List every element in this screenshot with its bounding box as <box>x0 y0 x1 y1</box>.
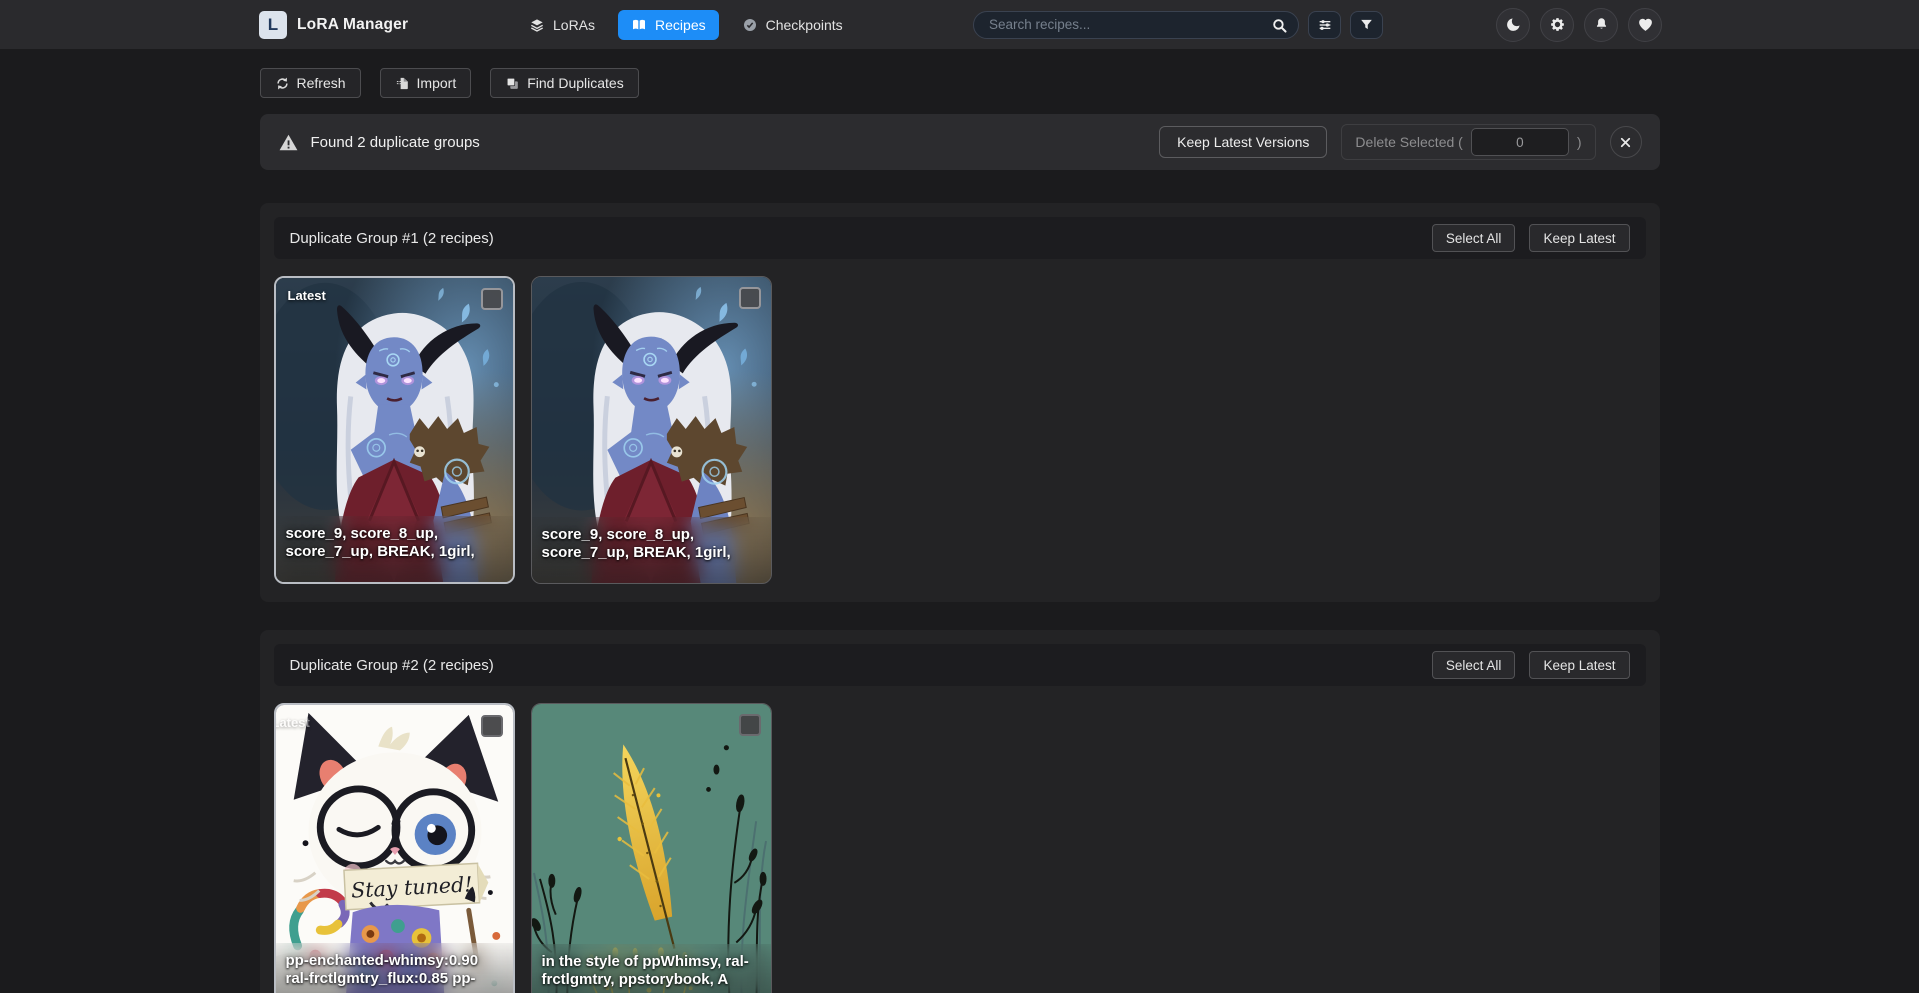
theme-toggle-button[interactable] <box>1496 8 1530 42</box>
import-label: Import <box>417 75 457 91</box>
bell-icon <box>1593 16 1610 33</box>
recipe-caption: score_9, score_8_up, score_7_up, BREAK, … <box>532 517 771 583</box>
group-1-title: Duplicate Group #1 (2 recipes) <box>290 230 1432 247</box>
toolbar: Refresh Import Find Duplicates <box>260 68 1660 98</box>
funnel-icon <box>1359 17 1374 32</box>
refresh-icon <box>275 76 290 91</box>
app-title: LoRA Manager <box>297 16 408 34</box>
tab-loras[interactable]: LoRAs <box>516 10 608 40</box>
moon-icon <box>1505 16 1522 33</box>
navbar-actions <box>1496 0 1662 49</box>
main-tabs: LoRAs Recipes Checkpoints <box>516 0 856 49</box>
duplicates-alert: Found 2 duplicate groups Keep Latest Ver… <box>260 114 1660 170</box>
recipe-checkbox[interactable] <box>481 288 503 310</box>
recipe-checkbox[interactable] <box>739 714 761 736</box>
tab-checkpoints-label: Checkpoints <box>766 17 843 33</box>
tab-checkpoints[interactable]: Checkpoints <box>729 10 856 40</box>
sliders-icon <box>1317 17 1333 33</box>
duplicates-icon <box>505 76 520 91</box>
alert-actions: Keep Latest Versions Delete Selected ( ) <box>1159 124 1641 160</box>
group-1-cards: Latest score_9, score_8_up, score_7_up, … <box>274 276 1646 584</box>
close-icon <box>1618 135 1633 150</box>
gear-icon <box>1549 16 1566 33</box>
group-2-header: Duplicate Group #2 (2 recipes) Select Al… <box>274 644 1646 686</box>
alert-message: Found 2 duplicate groups <box>311 134 480 151</box>
delete-selected-button[interactable]: Delete Selected ( ) <box>1341 124 1595 160</box>
book-icon <box>631 17 647 33</box>
check-circle-icon <box>742 17 758 33</box>
find-duplicates-label: Find Duplicates <box>527 75 624 91</box>
heart-icon <box>1637 16 1654 33</box>
group-2-title: Duplicate Group #2 (2 recipes) <box>290 657 1432 674</box>
group-1-keep-latest-button[interactable]: Keep Latest <box>1529 224 1629 252</box>
search-area <box>973 0 1383 49</box>
recipe-caption: in the style of ppWhimsy, ral-frctlgmtry… <box>532 944 771 993</box>
close-alert-button[interactable] <box>1610 126 1642 158</box>
tab-loras-label: LoRAs <box>553 17 595 33</box>
duplicate-group-1: Duplicate Group #1 (2 recipes) Select Al… <box>260 203 1660 602</box>
navbar: L LoRA Manager LoRAs Recipes Checkpoints <box>0 0 1919 49</box>
recipe-caption: score_9, score_8_up, score_7_up, BREAK, … <box>276 516 513 582</box>
search-box <box>973 11 1299 39</box>
find-duplicates-button[interactable]: Find Duplicates <box>490 68 639 98</box>
import-icon <box>395 76 410 91</box>
recipe-checkbox[interactable] <box>481 715 503 737</box>
group-2-actions: Select All Keep Latest <box>1432 651 1630 679</box>
search-options-button[interactable] <box>1308 11 1341 39</box>
recipe-card[interactable]: Stay tuned! <box>274 703 515 993</box>
latest-badge: Latest <box>288 288 326 303</box>
delete-selected-prefix: Delete Selected ( <box>1355 134 1462 150</box>
delete-selected-suffix: ) <box>1577 134 1582 150</box>
latest-badge: Latest <box>274 715 310 730</box>
lora-manager-page: L LoRA Manager LoRAs Recipes Checkpoints <box>0 0 1919 993</box>
notifications-button[interactable] <box>1584 8 1618 42</box>
search-icon <box>1271 17 1288 34</box>
import-button[interactable]: Import <box>380 68 472 98</box>
group-2-keep-latest-button[interactable]: Keep Latest <box>1529 651 1629 679</box>
search-input[interactable] <box>973 11 1299 39</box>
recipe-checkbox[interactable] <box>739 287 761 309</box>
group-2-select-all-button[interactable]: Select All <box>1432 651 1516 679</box>
brand: L LoRA Manager <box>259 0 408 49</box>
filter-button[interactable] <box>1350 11 1383 39</box>
refresh-button[interactable]: Refresh <box>260 68 361 98</box>
warning-icon <box>278 132 299 153</box>
recipe-card[interactable]: in the style of ppWhimsy, ral-frctlgmtry… <box>531 703 772 993</box>
group-1-actions: Select All Keep Latest <box>1432 224 1630 252</box>
layers-icon <box>529 17 545 33</box>
settings-button[interactable] <box>1540 8 1574 42</box>
support-button[interactable] <box>1628 8 1662 42</box>
group-2-cards: Stay tuned! <box>274 703 1646 993</box>
tab-recipes[interactable]: Recipes <box>618 10 719 40</box>
keep-latest-versions-button[interactable]: Keep Latest Versions <box>1159 126 1327 158</box>
group-1-select-all-button[interactable]: Select All <box>1432 224 1516 252</box>
group-1-header: Duplicate Group #1 (2 recipes) Select Al… <box>274 217 1646 259</box>
alert-left: Found 2 duplicate groups <box>278 132 1160 153</box>
app-logo: L <box>259 11 287 39</box>
recipe-caption: pp-enchanted-whimsy:0.90 ral-frctlgmtry_… <box>276 943 513 993</box>
refresh-label: Refresh <box>297 75 346 91</box>
recipe-card[interactable]: Latest score_9, score_8_up, score_7_up, … <box>274 276 515 584</box>
recipe-card[interactable]: score_9, score_8_up, score_7_up, BREAK, … <box>531 276 772 584</box>
delete-count-input[interactable] <box>1471 128 1569 156</box>
tab-recipes-label: Recipes <box>655 17 706 33</box>
duplicate-group-2: Duplicate Group #2 (2 recipes) Select Al… <box>260 630 1660 993</box>
